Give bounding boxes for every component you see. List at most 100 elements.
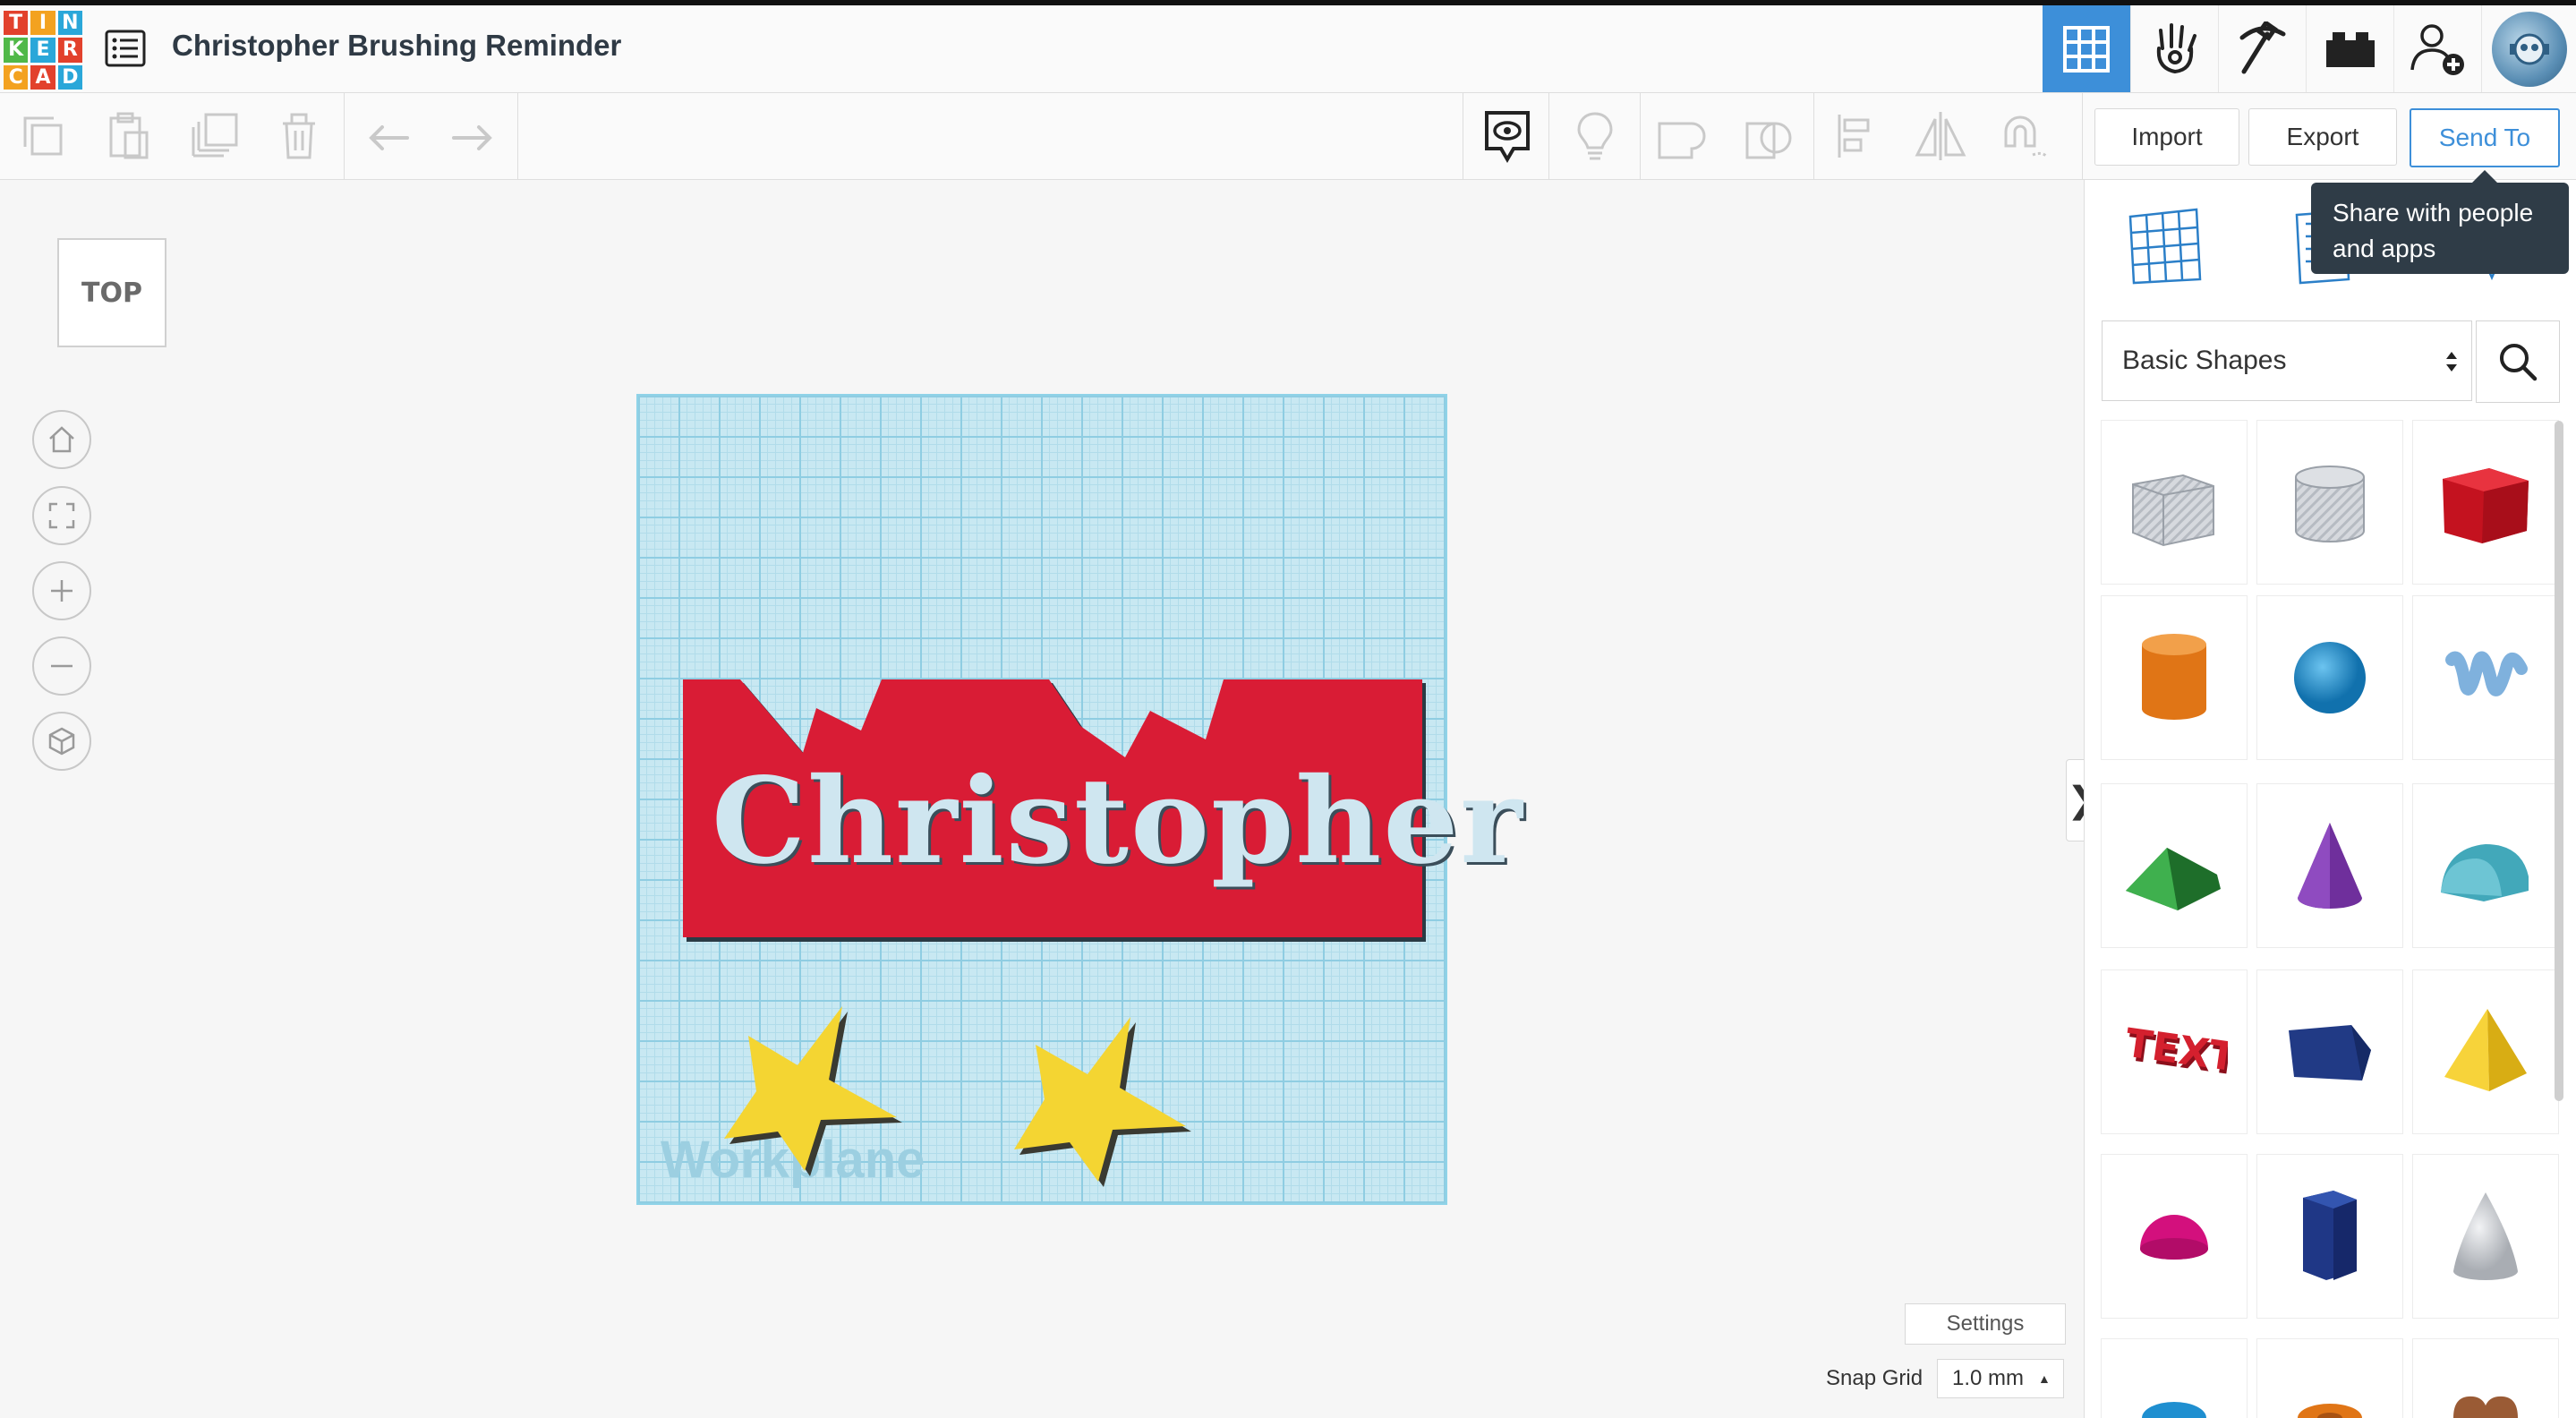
- shape-tile-sphere[interactable]: [2257, 596, 2402, 759]
- shape-tile-torus[interactable]: [2102, 1339, 2247, 1418]
- shape-tile-cylinder[interactable]: [2102, 596, 2247, 759]
- copy-icon: [23, 116, 63, 156]
- group-icon: [1658, 122, 1706, 159]
- cylinder-icon: [2142, 634, 2206, 720]
- shape-category-select[interactable]: Basic Shapes: [2102, 320, 2472, 401]
- cube-perspective-icon: [48, 727, 75, 756]
- logo-letter: D: [57, 64, 82, 90]
- send-to-button[interactable]: Send To: [2410, 108, 2560, 167]
- home-icon: [49, 426, 74, 453]
- bricks-button[interactable]: [2306, 5, 2394, 92]
- group-button[interactable]: [1652, 107, 1710, 165]
- invite-user-button[interactable]: [2393, 5, 2482, 92]
- add-user-icon: [2410, 23, 2464, 75]
- workplane-tool-button[interactable]: [2125, 206, 2205, 286]
- import-button[interactable]: Import: [2094, 108, 2239, 166]
- snap-grid-select[interactable]: 1.0 mm ▲: [1937, 1359, 2064, 1398]
- snap-grid-label: Snap Grid: [1826, 1366, 1923, 1390]
- shape-tile-box-hole[interactable]: [2102, 421, 2247, 584]
- settings-button[interactable]: Settings: [1905, 1303, 2066, 1345]
- shape-tile-heart[interactable]: [2413, 1339, 2558, 1418]
- shape-tile-text[interactable]: TEXT TEXT: [2102, 970, 2247, 1133]
- undo-button[interactable]: [360, 107, 417, 165]
- home-view-button[interactable]: [32, 410, 91, 469]
- 3d-design-view-button[interactable]: [2043, 5, 2130, 92]
- logo-letter: N: [57, 11, 82, 36]
- fit-view-icon: [48, 502, 75, 529]
- shape-search-button[interactable]: [2476, 320, 2560, 403]
- paste-button[interactable]: [98, 107, 156, 165]
- zoom-out-button[interactable]: [32, 636, 91, 696]
- toolbar-divider: [517, 93, 518, 179]
- redo-icon: [452, 125, 492, 150]
- christopher-text-shape[interactable]: Christopher: [712, 752, 1524, 891]
- star-shape-top: [1014, 1017, 1186, 1182]
- mirror-icon: [1915, 112, 1966, 160]
- magnet-cruise-icon: [2004, 115, 2049, 158]
- toolbar-divider: [344, 93, 345, 179]
- sphere-icon: [2294, 642, 2366, 713]
- tinkercad-logo[interactable]: T I N K E R C A D: [4, 11, 82, 90]
- mirror-button[interactable]: [1912, 107, 1969, 165]
- pyramid-icon: [2444, 1009, 2527, 1091]
- logo-letter: I: [30, 11, 55, 36]
- shapes-scrollbar[interactable]: [2555, 421, 2563, 1101]
- shape-tile-roof[interactable]: [2102, 784, 2247, 947]
- shape-tile-tube[interactable]: [2257, 1339, 2402, 1418]
- user-avatar-button[interactable]: [2481, 5, 2576, 92]
- shape-tile-box[interactable]: [2413, 421, 2558, 584]
- shape-tile-pyramid[interactable]: [2413, 970, 2558, 1133]
- duplicate-icon: [192, 113, 238, 158]
- circuits-hand-icon: [2156, 22, 2196, 73]
- toolbar-divider: [1813, 93, 1814, 179]
- view-cube[interactable]: TOP: [57, 238, 166, 347]
- select-arrows-icon: [2446, 352, 2457, 372]
- duplicate-button[interactable]: [186, 107, 243, 165]
- cruise-button[interactable]: [1996, 107, 2053, 165]
- notes-button[interactable]: [1479, 107, 1536, 165]
- shape-tile-polygon[interactable]: [2257, 970, 2402, 1133]
- toolbar-divider: [1548, 93, 1549, 179]
- half-sphere-icon: [2140, 1215, 2208, 1260]
- show-all-button[interactable]: [1566, 107, 1624, 165]
- text-shape-icon: TEXTTEXT: [2122, 1021, 2228, 1085]
- ungroup-button[interactable]: [1740, 107, 1797, 165]
- align-button[interactable]: [1828, 107, 1885, 165]
- fit-view-button[interactable]: [32, 486, 91, 545]
- tooltip-arrow: [2472, 170, 2497, 183]
- align-icon: [1838, 115, 1870, 158]
- shape-tile-half-sphere[interactable]: [2102, 1155, 2247, 1318]
- shape-tile-cylinder-hole[interactable]: [2257, 421, 2402, 584]
- roof-icon: [2126, 848, 2221, 910]
- shape-tile-scribble[interactable]: [2413, 596, 2558, 759]
- hexagonal-prism-icon: [2303, 1191, 2357, 1280]
- zoom-in-button[interactable]: [32, 561, 91, 620]
- export-button[interactable]: Export: [2248, 108, 2397, 166]
- box-hole-icon: [2132, 474, 2214, 547]
- redo-button[interactable]: [444, 107, 501, 165]
- codeblocks-button[interactable]: [2218, 5, 2307, 92]
- torus-icon: [2142, 1402, 2206, 1418]
- logo-letter: E: [30, 38, 55, 63]
- round-roof-icon: [2441, 844, 2529, 901]
- shape-tile-cone[interactable]: [2257, 784, 2402, 947]
- perspective-button[interactable]: [32, 712, 91, 771]
- tooltip-line: and apps: [2333, 235, 2436, 262]
- shape-tile-hexagonal-prism[interactable]: [2257, 1155, 2402, 1318]
- copy-button[interactable]: [14, 107, 72, 165]
- circuits-button[interactable]: [2130, 5, 2219, 92]
- minus-icon: [51, 664, 73, 668]
- grid-view-icon: [2063, 25, 2110, 73]
- polygon-icon: [2289, 1025, 2371, 1081]
- cylinder-hole-icon: [2295, 466, 2365, 542]
- shape-tile-round-roof[interactable]: [2413, 784, 2558, 947]
- design-list-icon[interactable]: [102, 25, 149, 72]
- logo-letter: R: [57, 38, 82, 63]
- shape-tile-paraboloid[interactable]: [2413, 1155, 2558, 1318]
- toolbar-divider: [1640, 93, 1641, 179]
- svg-text:TEXT: TEXT: [2122, 1021, 2228, 1081]
- tube-icon: [2298, 1404, 2362, 1418]
- avatar: [2492, 11, 2567, 87]
- delete-button[interactable]: [270, 107, 328, 165]
- design-title[interactable]: Christopher Brushing Reminder: [172, 29, 621, 63]
